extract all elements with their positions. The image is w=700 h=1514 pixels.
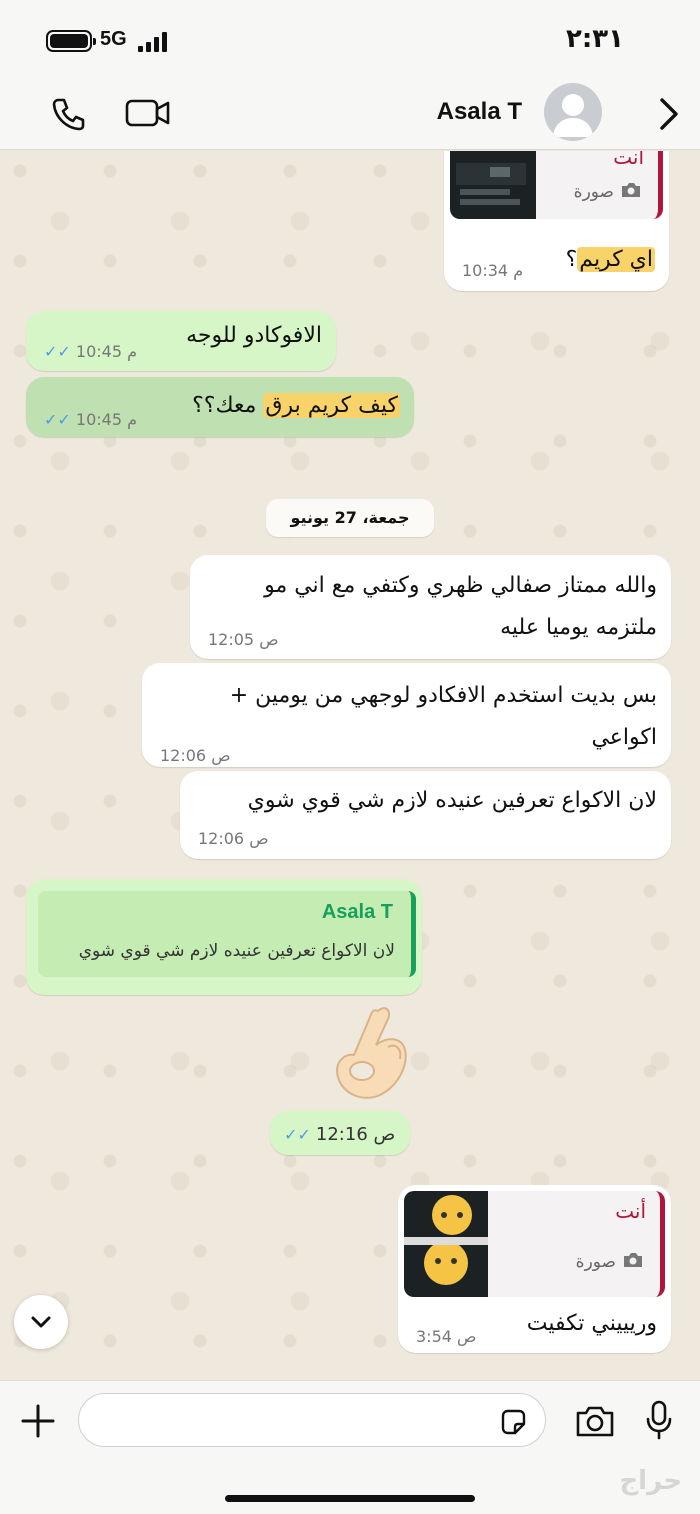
signal-icon [138, 32, 172, 52]
quote-sender: أنت [613, 151, 644, 169]
quote-text: لان الاكواع تعرفين عنيده لازم شي قوي شوي [78, 941, 395, 961]
message-meta: ✓✓ 12:16 ص [284, 1124, 396, 1145]
quote-sender: Asala T [321, 901, 393, 923]
phone-call-icon[interactable] [48, 94, 88, 134]
message-time: 10:34 م [462, 261, 524, 280]
network-type: 5G [100, 28, 127, 50]
message-bubble[interactable]: أنت صورة اي كريم؟ 10:34 م [444, 151, 669, 291]
message-bubble[interactable]: لان الاكواع تعرفين عنيده لازم شي قوي شوي… [180, 771, 671, 859]
message-text: كيف كريم برق معك؟؟ [192, 393, 400, 418]
read-receipt-icon: ✓✓ [284, 1125, 317, 1144]
read-receipt-icon: ✓✓ [44, 410, 77, 429]
ok-hand-emoji[interactable] [330, 1003, 414, 1103]
quote-sender: أنت [615, 1199, 646, 1223]
message-bubble[interactable]: والله ممتاز صفالي ظهري وكتفي مع اني مو م… [190, 555, 671, 659]
message-time: 3:54 ص [416, 1327, 477, 1346]
message-time: 12:06 ص [160, 746, 231, 765]
message-input-bar: حراج [0, 1380, 700, 1514]
camera-icon [622, 1251, 644, 1269]
message-meta: ✓✓ 10:45 م [44, 410, 138, 429]
back-chevron-icon[interactable] [654, 96, 682, 132]
quote-kind: صورة [576, 1251, 644, 1272]
camera-icon [620, 181, 642, 199]
sticker-icon[interactable] [498, 1407, 528, 1437]
contact-name[interactable]: Asala T [437, 98, 522, 126]
image-thumbnail [404, 1191, 488, 1297]
message-time: 12:05 ص [208, 630, 279, 649]
avatar[interactable] [544, 83, 602, 141]
plus-icon[interactable] [20, 1403, 56, 1439]
reply-quote[interactable]: أنت صورة [404, 1191, 665, 1297]
camera-icon[interactable] [574, 1403, 616, 1439]
chat-area[interactable]: أنت صورة اي كريم؟ 10:34 م الافوكادو للوج… [0, 151, 700, 1380]
microphone-icon[interactable] [644, 1399, 674, 1441]
message-bubble[interactable]: كيف كريم برق معك؟؟ ✓✓ 10:45 م [26, 377, 414, 437]
read-receipt-icon: ✓✓ [44, 342, 77, 361]
message-bubble[interactable]: Asala T لان الاكواع تعرفين عنيده لازم شي… [26, 879, 422, 995]
watermark-logo: حراج [619, 1466, 682, 1496]
video-call-icon[interactable] [124, 96, 172, 130]
message-text: والله ممتاز صفالي ظهري وكتفي مع اني مو م… [264, 573, 657, 640]
message-meta: ✓✓ 10:45 م [44, 342, 138, 361]
quote-kind: صورة [574, 181, 642, 202]
status-bar: 5G ٢:٣١ [0, 0, 700, 80]
status-time: ٢:٣١ [565, 24, 624, 54]
message-input[interactable] [78, 1393, 546, 1447]
message-meta-bubble: ✓✓ 12:16 ص [270, 1111, 410, 1155]
message-bubble[interactable]: أنت صورة وريييني تكفيت 3:54 ص [398, 1185, 671, 1353]
message-bubble[interactable]: الافوكادو للوجه ✓✓ 10:45 م [26, 311, 336, 371]
image-thumbnail [450, 151, 536, 219]
scroll-to-bottom-button[interactable] [14, 1295, 68, 1349]
message-text: لان الاكواع تعرفين عنيده لازم شي قوي شوي [247, 788, 657, 813]
reply-quote[interactable]: أنت صورة [450, 151, 663, 219]
date-separator: جمعة، 27 يونيو [266, 499, 434, 537]
home-indicator[interactable] [225, 1495, 475, 1502]
message-text: وريييني تكفيت [526, 1311, 657, 1336]
message-time: 12:06 ص [198, 829, 269, 848]
message-bubble[interactable]: بس بديت استخدم الافكادو لوجهي من يومين +… [142, 663, 671, 767]
chat-header: Asala T [0, 80, 700, 150]
message-text: الافوكادو للوجه [186, 323, 322, 348]
message-text: اي كريم؟ [565, 247, 655, 272]
reply-quote[interactable]: Asala T لان الاكواع تعرفين عنيده لازم شي… [38, 891, 416, 977]
battery-icon [46, 30, 96, 52]
message-text: بس بديت استخدم الافكادو لوجهي من يومين +… [229, 683, 657, 750]
